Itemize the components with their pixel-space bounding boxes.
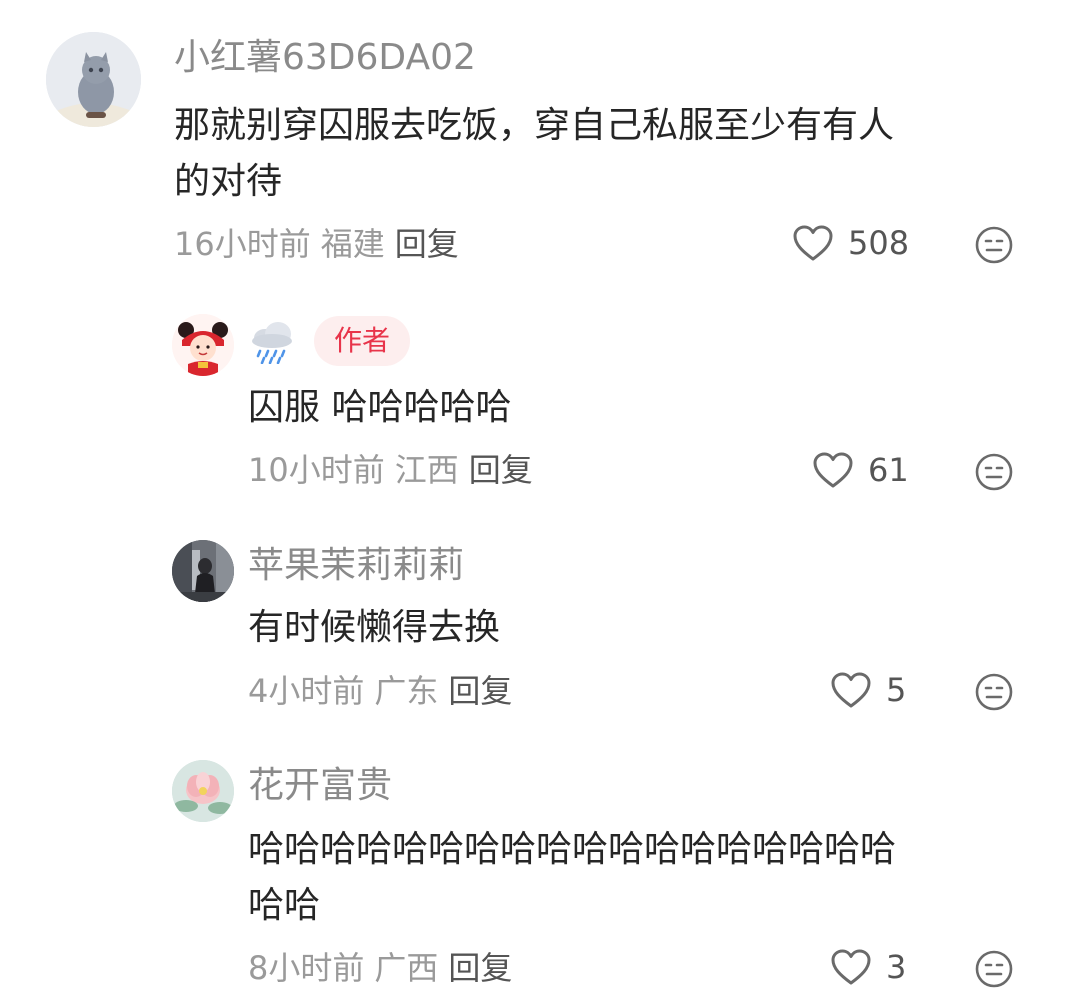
heart-icon bbox=[831, 672, 871, 708]
comment-time: 16小时前 bbox=[174, 225, 311, 263]
comment-location: 广西 bbox=[374, 949, 439, 987]
comment-location: 福建 bbox=[320, 225, 385, 263]
emoji-face-icon[interactable] bbox=[974, 225, 1014, 265]
comment-text: 哈哈哈哈哈哈哈哈哈哈哈哈哈哈哈哈哈哈 哈哈 bbox=[248, 822, 1048, 934]
like-count: 5 bbox=[886, 671, 907, 709]
reply-button[interactable]: 回复 bbox=[395, 225, 459, 263]
comment-text-line: 那就别穿囚服去吃饭，穿自己私服至少有有人 bbox=[174, 105, 895, 146]
reply-button[interactable]: 回复 bbox=[448, 672, 512, 710]
comment-username[interactable]: 小红薯63D6DA02 bbox=[174, 40, 476, 76]
comment-meta: 10小时前 江西 回复 bbox=[248, 454, 533, 486]
reply-item: 作者 囚服 哈哈哈哈哈 10小时前 江西 回复 61 bbox=[0, 290, 1080, 520]
comment-username[interactable]: 花开富贵 bbox=[248, 768, 392, 804]
heart-icon bbox=[793, 225, 833, 261]
comment-time: 10小时前 bbox=[248, 451, 385, 489]
reply-item: 苹果茉莉莉莉 有时候懒得去换 4小时前 广东 回复 5 bbox=[0, 520, 1080, 750]
reply-button[interactable]: 回复 bbox=[469, 451, 533, 489]
comment-text-line: 的对待 bbox=[174, 161, 283, 202]
comment-text: 那就别穿囚服去吃饭，穿自己私服至少有有人 的对待 bbox=[174, 98, 1034, 210]
comment-username[interactable]: 苹果茉莉莉莉 bbox=[248, 548, 464, 584]
comment-item: 小红薯63D6DA02 那就别穿囚服去吃饭，穿自己私服至少有有人 的对待 16小… bbox=[0, 0, 1080, 290]
avatar[interactable] bbox=[172, 314, 234, 376]
avatar[interactable] bbox=[46, 32, 141, 127]
heart-icon bbox=[813, 452, 853, 488]
emoji-face-icon[interactable] bbox=[974, 452, 1014, 492]
comment-meta: 4小时前 广东 回复 bbox=[248, 675, 512, 707]
like-count: 61 bbox=[868, 451, 909, 489]
like-count: 3 bbox=[886, 948, 907, 986]
comment-location: 江西 bbox=[394, 451, 459, 489]
comment-meta: 16小时前 福建 回复 bbox=[174, 228, 459, 260]
reply-button[interactable]: 回复 bbox=[448, 949, 512, 987]
comment-text-line: 囚服 哈哈哈哈哈 bbox=[248, 387, 512, 428]
comment-location: 广东 bbox=[374, 672, 439, 710]
like-button[interactable]: 508 bbox=[792, 224, 909, 262]
author-badge: 作者 bbox=[314, 316, 411, 366]
like-count: 508 bbox=[848, 224, 910, 262]
comment-text-line: 哈哈哈哈哈哈哈哈哈哈哈哈哈哈哈哈哈哈 bbox=[248, 829, 897, 870]
emoji-face-icon[interactable] bbox=[974, 672, 1014, 712]
comment-text: 囚服 哈哈哈哈哈 bbox=[248, 380, 1028, 436]
avatar[interactable] bbox=[172, 760, 234, 822]
avatar[interactable] bbox=[172, 540, 234, 602]
comment-text-line: 有时候懒得去换 bbox=[248, 607, 501, 648]
username-emoji[interactable] bbox=[248, 318, 296, 364]
comment-time: 4小时前 bbox=[248, 672, 365, 710]
comment-text-line: 哈哈 bbox=[248, 885, 321, 926]
heart-icon bbox=[831, 949, 871, 985]
comment-text: 有时候懒得去换 bbox=[248, 600, 1028, 656]
emoji-face-icon[interactable] bbox=[974, 949, 1014, 989]
like-button[interactable]: 5 bbox=[830, 671, 906, 709]
like-button[interactable]: 3 bbox=[830, 948, 906, 986]
comment-meta: 8小时前 广西 回复 bbox=[248, 952, 512, 984]
like-button[interactable]: 61 bbox=[812, 451, 909, 489]
reply-item: 花开富贵 哈哈哈哈哈哈哈哈哈哈哈哈哈哈哈哈哈哈 哈哈 8小时前 广西 回复 3 bbox=[0, 750, 1080, 993]
comment-time: 8小时前 bbox=[248, 949, 365, 987]
